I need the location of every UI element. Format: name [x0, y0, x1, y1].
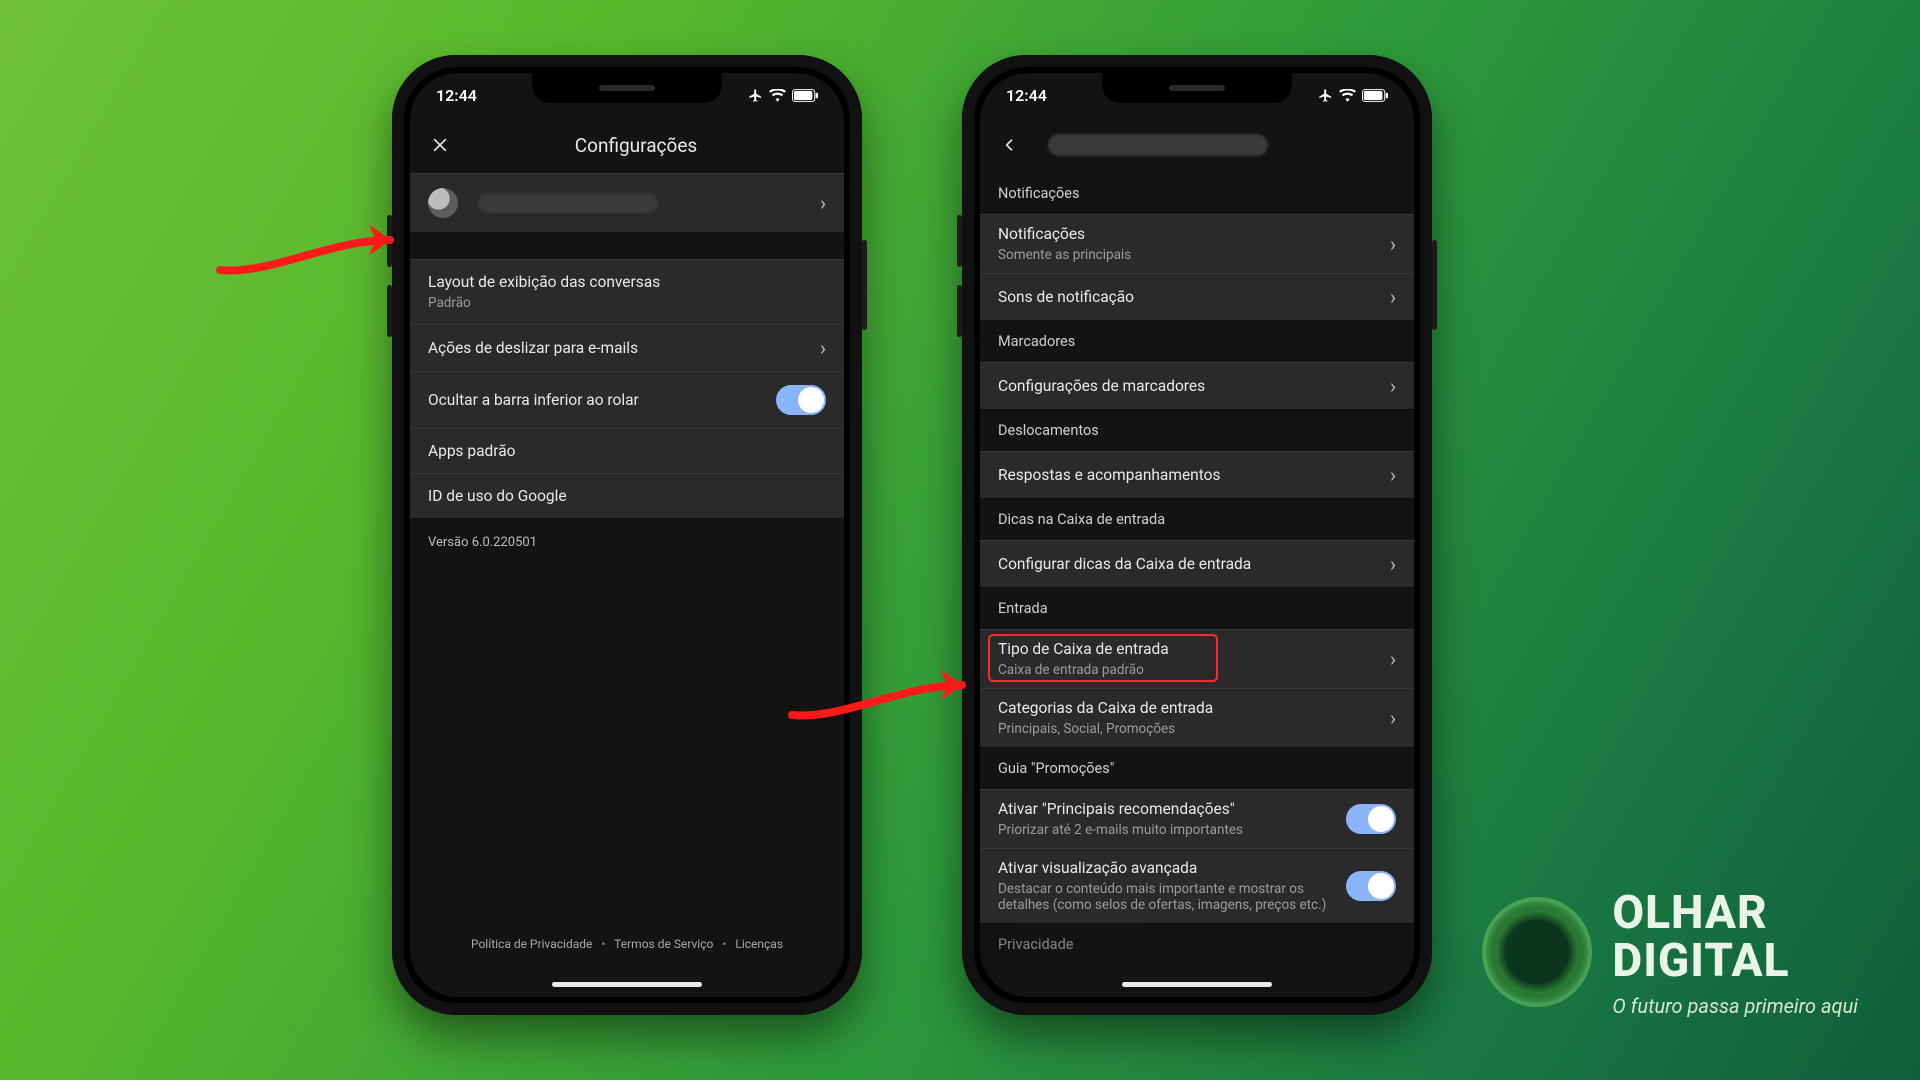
row-sounds-label: Sons de notificação: [998, 288, 1378, 306]
row-default-apps[interactable]: Apps padrão: [410, 428, 844, 473]
row-top-recs[interactable]: Ativar "Principais recomendações" Priori…: [980, 789, 1414, 848]
back-icon[interactable]: [996, 135, 1024, 155]
row-top-recs-sub: Priorizar até 2 e-mails muito importante…: [998, 822, 1334, 838]
row-google-id[interactable]: ID de uso do Google: [410, 473, 844, 519]
avatar: [428, 188, 458, 218]
row-layout-title: Layout de exibição das conversas: [428, 273, 660, 291]
row-followups-label: Respostas e acompanhamentos: [998, 466, 1378, 484]
power-button: [1432, 240, 1437, 330]
chevron-right-icon: ›: [820, 338, 826, 358]
chevron-right-icon: ›: [1390, 287, 1396, 307]
brand-logo: OLHAR DIGITAL O futuro passa primeiro aq…: [1482, 886, 1858, 1018]
row-inbox-type-sub: Caixa de entrada padrão: [998, 662, 1378, 678]
account-row[interactable]: ›: [410, 173, 844, 233]
row-inbox-type[interactable]: Tipo de Caixa de entrada Caixa de entrad…: [980, 629, 1414, 688]
section-inbox-tips: Dicas na Caixa de entrada: [980, 499, 1414, 540]
row-swipe-label: Ações de deslizar para e-mails: [428, 339, 808, 357]
section-promos-guide: Guia "Promoções": [980, 748, 1414, 789]
link-privacy[interactable]: Política de Privacidade: [471, 937, 592, 951]
airplane-icon: [748, 88, 763, 103]
account-name-blurred: [478, 193, 658, 213]
link-licenses[interactable]: Licenças: [735, 937, 783, 951]
phone-left: 12:44 Configurações: [392, 55, 862, 1015]
section-notifications: Notificações: [980, 173, 1414, 214]
row-sounds[interactable]: Sons de notificação ›: [980, 273, 1414, 321]
row-enhanced-title: Ativar visualização avançada: [998, 859, 1197, 877]
airplane-icon: [1318, 88, 1333, 103]
app-header: [980, 117, 1414, 173]
wifi-icon: [769, 89, 786, 102]
row-enhanced[interactable]: Ativar visualização avançada Destacar o …: [980, 848, 1414, 924]
status-time: 12:44: [1006, 86, 1047, 105]
callout-arrow-right: [782, 660, 992, 730]
row-enhanced-sub: Destacar o conteúdo mais importante e mo…: [998, 881, 1334, 913]
chevron-right-icon: ›: [820, 193, 826, 213]
row-notifications-sub: Somente as principais: [998, 247, 1378, 263]
chevron-right-icon: ›: [1390, 708, 1396, 728]
chevron-right-icon: ›: [1390, 554, 1396, 574]
row-marker-settings[interactable]: Configurações de marcadores ›: [980, 362, 1414, 410]
row-top-recs-title: Ativar "Principais recomendações": [998, 800, 1235, 818]
row-notifications-title: Notificações: [998, 225, 1085, 243]
section-markers: Marcadores: [980, 321, 1414, 362]
toggle-hide-bottom[interactable]: [776, 385, 826, 415]
home-indicator: [552, 982, 702, 987]
chevron-right-icon: ›: [1390, 234, 1396, 254]
volume-down-button: [387, 285, 392, 337]
volume-up-button: [957, 215, 962, 267]
brand-line2: DIGITAL: [1612, 934, 1858, 988]
row-configure-tips-label: Configurar dicas da Caixa de entrada: [998, 555, 1378, 573]
screen-right: 12:44 Noti: [980, 73, 1414, 997]
row-swipe[interactable]: Ações de deslizar para e-mails ›: [410, 324, 844, 371]
row-marker-settings-label: Configurações de marcadores: [998, 377, 1378, 395]
row-inbox-type-title: Tipo de Caixa de entrada: [998, 640, 1169, 658]
row-hide-bottom[interactable]: Ocultar a barra inferior ao rolar: [410, 371, 844, 428]
page-title: Configurações: [444, 134, 828, 157]
notch: [1102, 73, 1292, 103]
tutorial-canvas: 12:44 Configurações: [0, 0, 1920, 1080]
row-default-apps-label: Apps padrão: [428, 442, 826, 460]
status-time: 12:44: [436, 86, 477, 105]
volume-down-button: [957, 285, 962, 337]
home-indicator: [1122, 982, 1272, 987]
version-label: Versão 6.0.220501: [410, 519, 844, 566]
battery-icon: [1362, 89, 1388, 102]
section-privacy: Privacidade: [980, 924, 1414, 965]
row-configure-tips[interactable]: Configurar dicas da Caixa de entrada ›: [980, 540, 1414, 588]
callout-arrow-left: [210, 215, 420, 285]
chevron-right-icon: ›: [1390, 465, 1396, 485]
brand-line1: OLHAR: [1612, 886, 1858, 940]
brand-tagline: O futuro passa primeiro aqui: [1612, 994, 1858, 1018]
power-button: [862, 240, 867, 330]
toggle-top-recs[interactable]: [1346, 804, 1396, 834]
section-movements: Deslocamentos: [980, 410, 1414, 451]
row-notifications[interactable]: Notificações Somente as principais ›: [980, 214, 1414, 273]
brand-logo-icon: [1482, 897, 1592, 1007]
section-inbox: Entrada: [980, 588, 1414, 629]
row-hide-bottom-label: Ocultar a barra inferior ao rolar: [428, 391, 764, 409]
notch: [532, 73, 722, 103]
battery-icon: [792, 89, 818, 102]
row-followups[interactable]: Respostas e acompanhamentos ›: [980, 451, 1414, 499]
row-layout-sub: Padrão: [428, 295, 826, 311]
row-categories[interactable]: Categorias da Caixa de entrada Principai…: [980, 688, 1414, 748]
row-categories-title: Categorias da Caixa de entrada: [998, 699, 1213, 717]
chevron-right-icon: ›: [1390, 649, 1396, 669]
chevron-right-icon: ›: [1390, 376, 1396, 396]
account-email-blurred: [1048, 134, 1268, 156]
footer-links: Política de Privacidade • Termos de Serv…: [410, 937, 844, 951]
row-layout[interactable]: Layout de exibição das conversas Padrão: [410, 259, 844, 324]
link-terms[interactable]: Termos de Serviço: [614, 937, 713, 951]
row-google-id-label: ID de uso do Google: [428, 487, 826, 505]
toggle-enhanced[interactable]: [1346, 871, 1396, 901]
wifi-icon: [1339, 89, 1356, 102]
phone-right: 12:44 Noti: [962, 55, 1432, 1015]
app-header: Configurações: [410, 117, 844, 173]
row-categories-sub: Principais, Social, Promoções: [998, 721, 1378, 737]
screen-left: 12:44 Configurações: [410, 73, 844, 997]
